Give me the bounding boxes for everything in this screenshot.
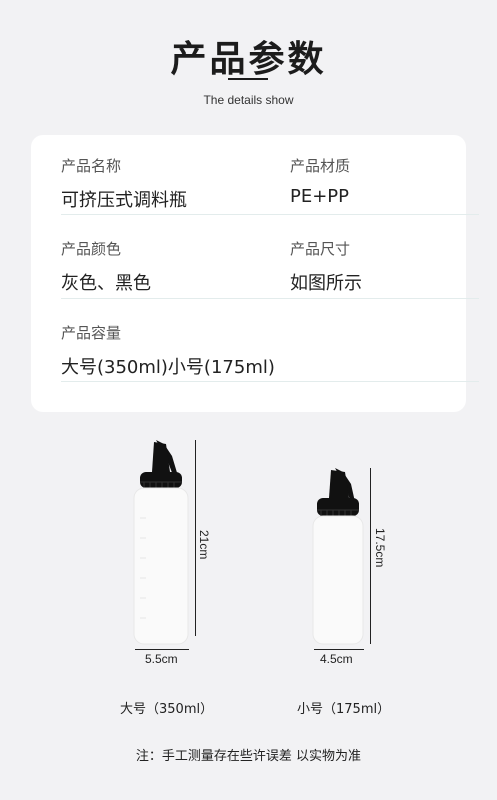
- small-height-line: [370, 468, 371, 644]
- small-height-label: 17.5cm: [373, 528, 387, 568]
- param-capacity: 产品容量 大号(350ml)小号(175ml): [61, 322, 275, 379]
- large-height-label: 21cm: [197, 530, 211, 560]
- param-label: 产品名称: [61, 157, 122, 175]
- bottle-illustration: 21cm 5.5cm 大号（350ml） 17.5cm 4.5cm 小号（175…: [0, 430, 497, 730]
- small-bottle-image: [312, 468, 364, 645]
- param-color: 产品颜色 灰色、黑色: [61, 238, 151, 295]
- small-width-label: 4.5cm: [320, 652, 353, 666]
- params-card: 产品名称 可挤压式调料瓶 产品材质 PE+PP 产品颜色 灰色、黑色 产品尺寸 …: [31, 135, 479, 412]
- large-bottle-image: [133, 440, 189, 645]
- param-value: PE+PP: [290, 186, 350, 207]
- large-width-label: 5.5cm: [145, 652, 178, 666]
- row-divider: [61, 214, 479, 215]
- page-title: 产品参数: [170, 39, 327, 80]
- param-label: 产品尺寸: [290, 240, 351, 258]
- large-height-line: [195, 440, 196, 636]
- small-caption: 小号（175ml）: [297, 702, 391, 717]
- page-subtitle: The details show: [203, 93, 294, 107]
- title-underline: [228, 78, 268, 80]
- large-caption: 大号（350ml）: [120, 702, 214, 717]
- param-value: 如图所示: [290, 273, 362, 294]
- param-label: 产品容量: [61, 324, 122, 342]
- param-label: 产品颜色: [61, 240, 122, 258]
- param-label: 产品材质: [290, 157, 351, 175]
- row-divider: [61, 298, 479, 299]
- large-width-line: [135, 649, 189, 650]
- param-value: 大号(350ml)小号(175ml): [61, 357, 275, 378]
- small-width-line: [314, 649, 364, 650]
- param-material: 产品材质 PE+PP: [290, 155, 350, 207]
- param-size: 产品尺寸 如图所示: [290, 238, 362, 295]
- param-value: 可挤压式调料瓶: [61, 190, 187, 211]
- row-divider: [61, 381, 479, 382]
- param-value: 灰色、黑色: [61, 273, 151, 294]
- footer-note: 注：手工测量存在些许误差 以实物为准: [135, 749, 362, 764]
- param-name: 产品名称 可挤压式调料瓶: [61, 155, 187, 212]
